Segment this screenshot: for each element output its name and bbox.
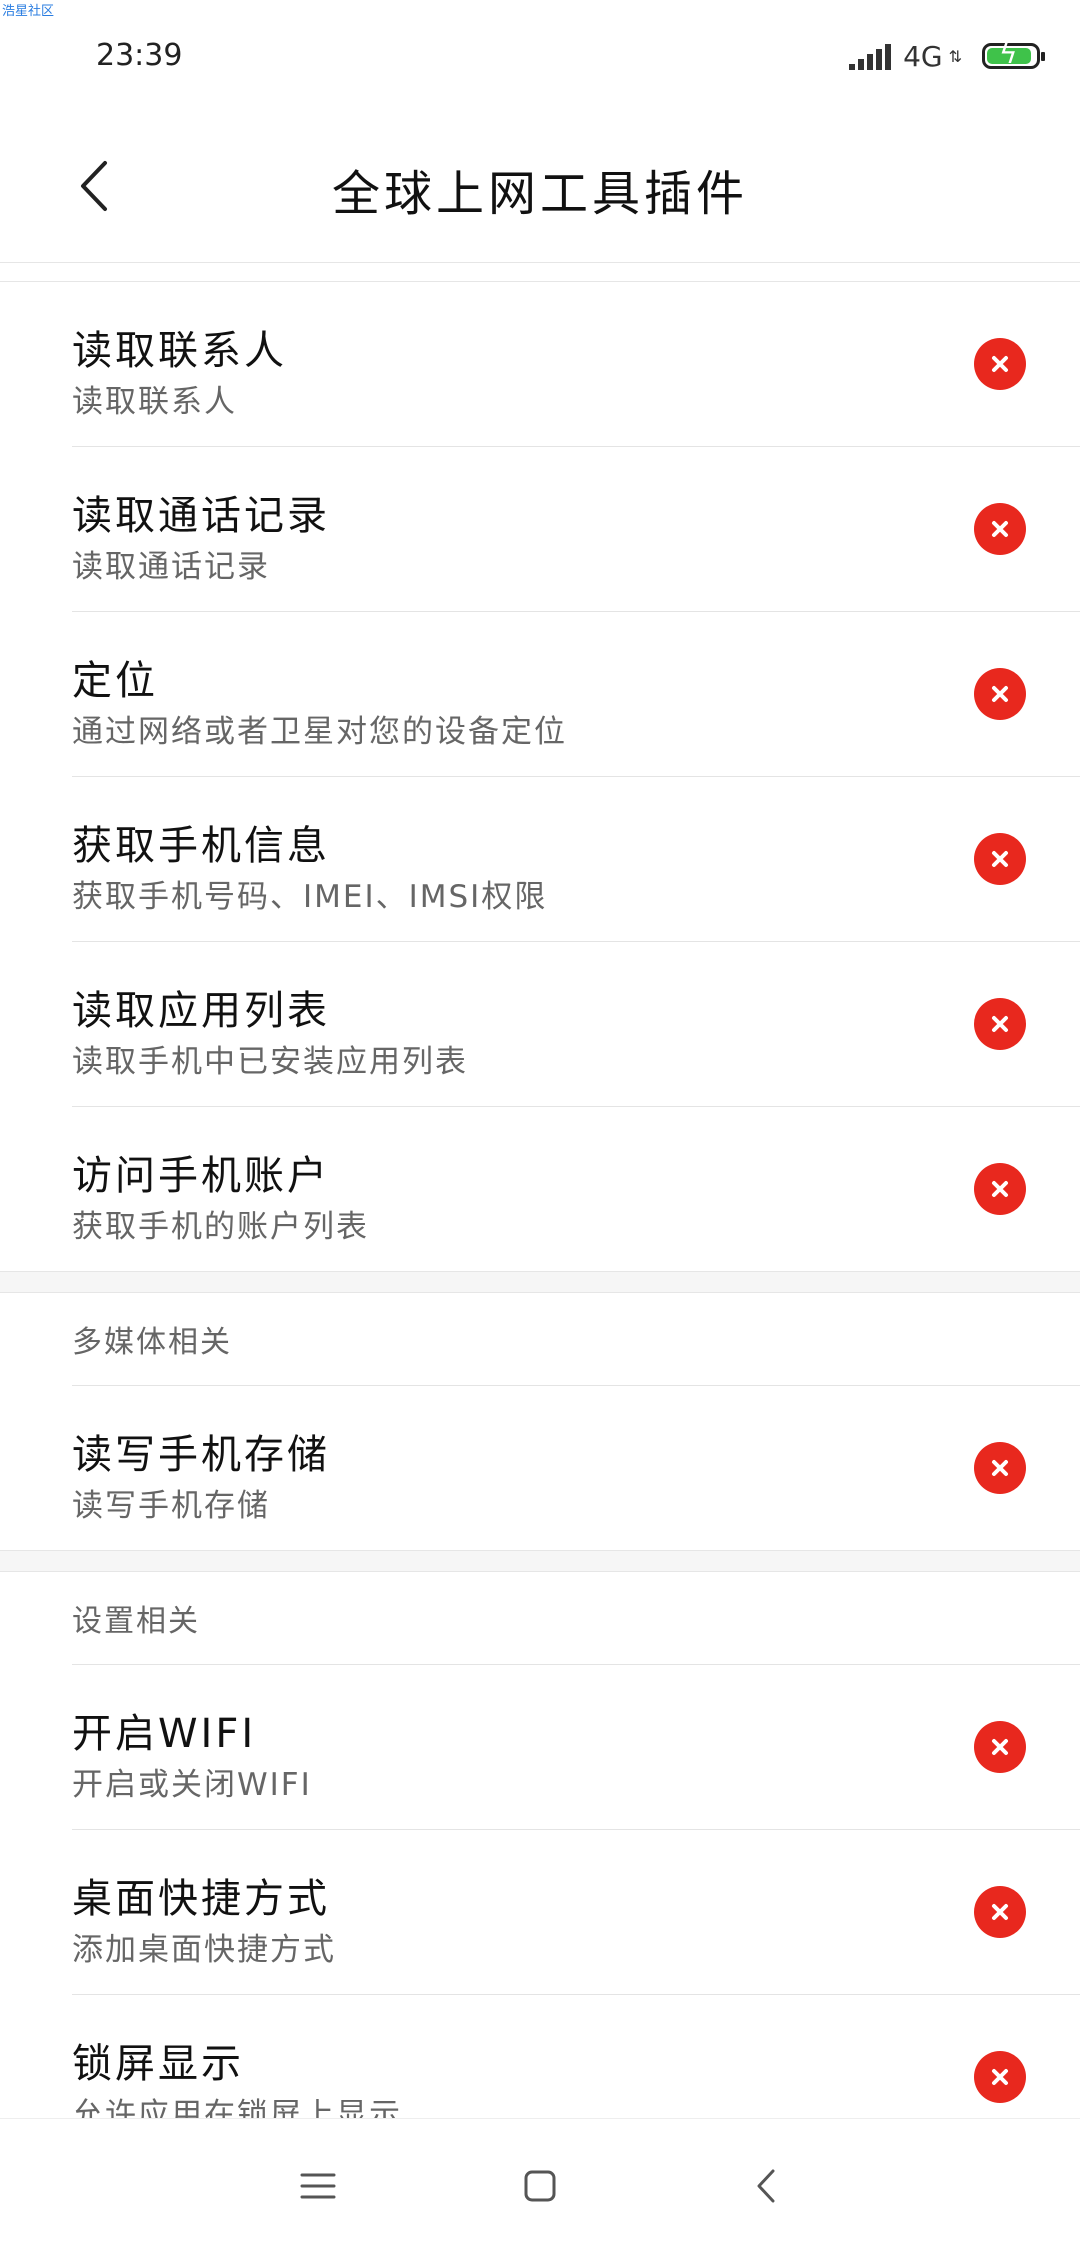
top-spacer <box>0 263 1080 282</box>
permission-title: 访问手机账户 <box>72 1153 330 1199</box>
permission-list[interactable]: 读取联系人 读取联系人 读取通话记录 读取通话记录 定位 通过网络或者卫星对您的… <box>0 262 1080 2119</box>
permission-desc: 获取手机的账户列表 <box>72 1209 369 1245</box>
permission-desc: 读取通话记录 <box>72 549 270 585</box>
denied-x-icon[interactable] <box>974 1442 1026 1494</box>
denied-x-icon[interactable] <box>974 1163 1026 1215</box>
permission-title: 读取通话记录 <box>72 493 330 539</box>
permission-row[interactable]: 获取手机信息 获取手机号码、IMEI、IMSI权限 <box>72 777 1080 942</box>
permission-row[interactable]: 读写手机存储 读写手机存储 <box>72 1386 1080 1550</box>
permission-title: 读写手机存储 <box>72 1432 330 1478</box>
permission-row[interactable]: 读取联系人 读取联系人 <box>72 282 1080 447</box>
denied-x-icon[interactable] <box>974 2051 1026 2103</box>
permission-group: 设置相关 开启WIFI 开启或关闭WIFI 桌面快捷方式 添加桌面快捷方式 锁屏… <box>0 1572 1080 2119</box>
denied-x-icon[interactable] <box>974 998 1026 1050</box>
nav-back-button[interactable] <box>736 2161 796 2211</box>
app-header: 全球上网工具插件 <box>0 110 1080 264</box>
permission-desc: 读取联系人 <box>72 384 237 420</box>
home-button[interactable] <box>510 2161 570 2211</box>
permission-row[interactable]: 锁屏显示 允许应用在锁屏上显示 <box>72 1995 1080 2119</box>
section-gap <box>0 1550 1080 1572</box>
permission-desc: 读写手机存储 <box>72 1488 270 1524</box>
system-nav-bar <box>0 2118 1080 2249</box>
permission-row[interactable]: 定位 通过网络或者卫星对您的设备定位 <box>72 612 1080 777</box>
denied-x-icon[interactable] <box>974 503 1026 555</box>
permission-title: 定位 <box>72 658 158 704</box>
permission-desc: 读取手机中已安装应用列表 <box>72 1044 468 1080</box>
denied-x-icon[interactable] <box>974 338 1026 390</box>
permission-title: 锁屏显示 <box>72 2041 244 2087</box>
permission-row[interactable]: 开启WIFI 开启或关闭WIFI <box>72 1665 1080 1830</box>
battery-charging-icon: ϟ <box>982 40 1045 69</box>
home-square-icon <box>524 2170 556 2202</box>
permission-title: 读取应用列表 <box>72 988 330 1034</box>
permission-desc: 通过网络或者卫星对您的设备定位 <box>72 714 567 750</box>
status-time: 23:39 <box>96 38 183 73</box>
data-activity-icon: ⇅ <box>948 46 962 66</box>
back-triangle-icon <box>757 2169 775 2203</box>
permission-title: 桌面快捷方式 <box>72 1876 330 1922</box>
permission-desc: 添加桌面快捷方式 <box>72 1932 336 1968</box>
permission-row[interactable]: 读取应用列表 读取手机中已安装应用列表 <box>72 942 1080 1107</box>
permission-group: 多媒体相关 读写手机存储 读写手机存储 <box>0 1293 1080 1550</box>
permission-desc: 获取手机号码、IMEI、IMSI权限 <box>72 879 548 915</box>
status-icons: 4G ⇅ ϟ <box>849 38 1045 74</box>
permission-row[interactable]: 访问手机账户 获取手机的账户列表 <box>72 1107 1080 1271</box>
denied-x-icon[interactable] <box>974 1721 1026 1773</box>
signal-bars-icon <box>849 42 892 70</box>
section-gap <box>0 1271 1080 1293</box>
menu-lines-icon <box>300 2173 336 2199</box>
permission-title: 读取联系人 <box>72 328 287 374</box>
status-bar: 23:39 4G ⇅ ϟ <box>0 0 1080 110</box>
permission-desc: 允许应用在锁屏上显示 <box>72 2097 402 2119</box>
section-label: 设置相关 <box>72 1572 1080 1665</box>
permission-row[interactable]: 桌面快捷方式 添加桌面快捷方式 <box>72 1830 1080 1995</box>
permission-row[interactable]: 读取通话记录 读取通话记录 <box>72 447 1080 612</box>
permission-group: 读取联系人 读取联系人 读取通话记录 读取通话记录 定位 通过网络或者卫星对您的… <box>0 282 1080 1271</box>
permission-title: 开启WIFI <box>72 1711 257 1757</box>
menu-button[interactable] <box>288 2161 348 2211</box>
section-label: 多媒体相关 <box>72 1293 1080 1386</box>
permission-title: 获取手机信息 <box>72 823 330 869</box>
page-title: 全球上网工具插件 <box>331 166 748 222</box>
permission-desc: 开启或关闭WIFI <box>72 1767 312 1803</box>
network-type: 4G <box>903 39 943 73</box>
denied-x-icon[interactable] <box>974 833 1026 885</box>
denied-x-icon[interactable] <box>974 668 1026 720</box>
denied-x-icon[interactable] <box>974 1886 1026 1938</box>
